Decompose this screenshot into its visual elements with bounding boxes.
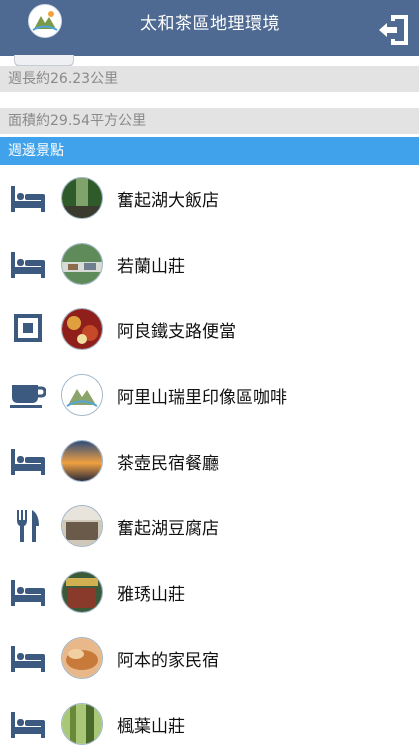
list-item[interactable]: 阿里山瑞里印像區咖啡 — [0, 362, 419, 428]
bed-icon — [10, 574, 46, 610]
place-thumbnail — [61, 308, 103, 350]
area-text: 面積約29.54平方公里 — [0, 108, 419, 134]
list-item[interactable]: 若蘭山莊 — [0, 231, 419, 297]
list-item[interactable]: 雅琇山莊 — [0, 559, 419, 625]
mountain-logo-icon[interactable] — [28, 4, 62, 38]
place-name: 雅琇山莊 — [117, 580, 185, 605]
bed-icon — [10, 443, 46, 479]
place-thumbnail — [61, 440, 103, 482]
exit-door-icon[interactable] — [375, 10, 415, 50]
place-name: 奮起湖豆腐店 — [117, 514, 219, 539]
place-thumbnail — [61, 703, 103, 745]
list-item[interactable]: 奮起湖豆腐店 — [0, 493, 419, 559]
place-name: 若蘭山莊 — [117, 252, 185, 277]
place-name: 茶壺民宿餐廳 — [117, 449, 219, 474]
list-item[interactable]: 楓葉山莊 — [0, 691, 419, 756]
perimeter-text: 週長約26.23公里 — [0, 66, 419, 92]
place-thumbnail — [61, 243, 103, 285]
bed-icon — [10, 246, 46, 282]
bed-icon — [10, 640, 46, 676]
place-name: 阿本的家民宿 — [117, 646, 219, 671]
list-item[interactable]: 阿良鐵支路便當 — [0, 296, 419, 362]
list-item[interactable]: 阿本的家民宿 — [0, 625, 419, 691]
places-list: 奮起湖大飯店 若蘭山莊 阿良鐵支路便當 阿里山瑞里印像區咖啡 茶壺民宿餐廳 奮起 — [0, 165, 419, 756]
place-thumbnail — [61, 505, 103, 547]
place-thumbnail — [61, 637, 103, 679]
list-item[interactable]: 奮起湖大飯店 — [0, 165, 419, 231]
place-name: 楓葉山莊 — [117, 712, 185, 737]
place-name: 阿良鐵支路便當 — [117, 317, 236, 342]
section-title-nearby: 週邊景點 — [0, 137, 419, 165]
app-bar: 太和茶區地理環境 — [0, 0, 419, 56]
page-title: 太和茶區地理環境 — [90, 9, 330, 34]
square-icon — [10, 311, 46, 347]
bed-icon — [10, 180, 46, 216]
place-name: 阿里山瑞里印像區咖啡 — [117, 383, 287, 408]
coffee-cup-icon — [10, 377, 46, 413]
place-thumbnail — [61, 374, 103, 416]
list-item[interactable]: 茶壺民宿餐廳 — [0, 428, 419, 494]
bed-icon — [10, 706, 46, 742]
place-name: 奮起湖大飯店 — [117, 186, 219, 211]
place-thumbnail — [61, 177, 103, 219]
place-thumbnail — [61, 571, 103, 613]
fork-knife-icon — [10, 508, 46, 544]
